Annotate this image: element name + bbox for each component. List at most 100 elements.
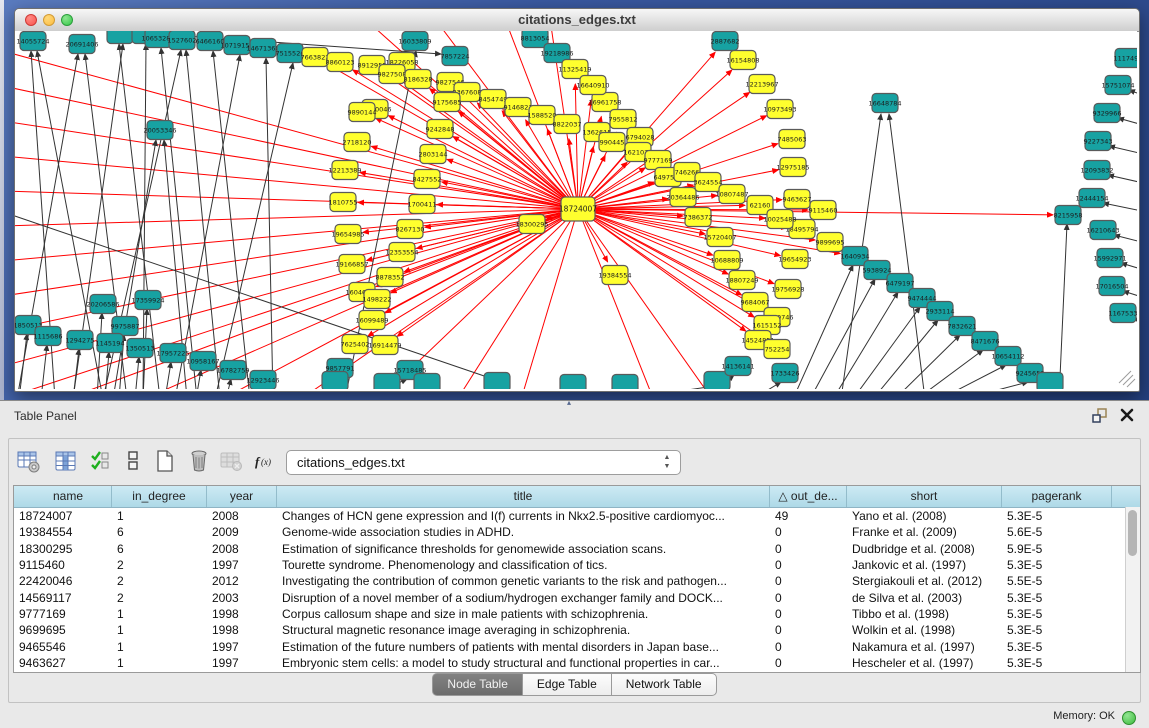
table-cell[interactable]: 0	[770, 591, 847, 605]
graph-node[interactable]: 8471676	[971, 332, 1000, 351]
splitter-handle-icon[interactable]: ▴	[567, 398, 571, 407]
table-cell[interactable]: 5.3E-5	[1002, 591, 1112, 605]
table-cell[interactable]: Stergiakouli et al. (2012)	[847, 574, 1002, 588]
graph-node[interactable]: 15751074	[1101, 76, 1134, 95]
graph-node[interactable]: 16782759	[216, 361, 249, 380]
graph-node[interactable]: 7832621	[948, 317, 977, 336]
graph-node[interactable]: 12213967	[745, 75, 778, 94]
table-cell[interactable]: 22420046	[14, 574, 112, 588]
graph-node[interactable]: 16033809	[398, 32, 431, 51]
graph-node[interactable]: 10688809	[710, 251, 743, 270]
graph-node[interactable]: 20206586	[86, 295, 119, 314]
graph-node[interactable]	[612, 375, 638, 390]
graph-node[interactable]: 8822037	[553, 115, 582, 134]
graph-node[interactable]: 18724007	[559, 197, 597, 221]
graph-node[interactable]: 16210643	[1086, 221, 1119, 240]
table-cell[interactable]: Estimation of significance thresholds fo…	[277, 542, 770, 556]
table-cell[interactable]: 1	[112, 656, 207, 670]
graph-node[interactable]	[374, 374, 400, 390]
column-header-in-degree[interactable]: in_degree	[112, 486, 207, 507]
column-header-pagerank[interactable]: pagerank	[1002, 486, 1112, 507]
graph-node[interactable]: 9227343	[1084, 132, 1113, 151]
graph-node[interactable]: 20053346	[143, 121, 176, 140]
graph-node[interactable]: 12353554	[385, 243, 418, 262]
table-cell[interactable]: 18300295	[14, 542, 112, 556]
table-row[interactable]: 1872400712008Changes of HCN gene express…	[14, 508, 1140, 524]
graph-node[interactable]: 8860123	[326, 53, 355, 72]
graph-node[interactable]: 20691406	[65, 35, 98, 54]
table-cell[interactable]: 1	[112, 623, 207, 637]
table-cell[interactable]: 5.3E-5	[1002, 509, 1112, 523]
column-header-short[interactable]: short	[847, 486, 1002, 507]
table-cell[interactable]: Hescheler et al. (1997)	[847, 656, 1002, 670]
table-cell[interactable]: Franke et al. (2009)	[847, 525, 1002, 539]
column-select-icon[interactable]	[89, 449, 116, 476]
graph-node[interactable]: 10973493	[763, 100, 796, 119]
table-cell[interactable]: 0	[770, 574, 847, 588]
graph-node[interactable]	[560, 375, 586, 390]
graph-node[interactable]: 16099489	[355, 311, 388, 330]
graph-node[interactable]: 1733426	[771, 364, 800, 383]
table-cell[interactable]: Structural magnetic resonance image aver…	[277, 623, 770, 637]
graph-node[interactable]: 12975185	[776, 158, 809, 177]
graph-node[interactable]: 18300295	[515, 215, 548, 234]
graph-node[interactable]: 10958167	[186, 352, 219, 371]
graph-node[interactable]: 7625402	[341, 335, 370, 354]
table-cell[interactable]: 0	[770, 656, 847, 670]
table-cell[interactable]: 9115460	[14, 558, 112, 572]
tab-network-table[interactable]: Network Table	[612, 673, 717, 696]
graph-node[interactable]: 9827508	[378, 65, 407, 84]
graph-node[interactable]: 1115686	[34, 327, 63, 346]
table-cell[interactable]: Yano et al. (2008)	[847, 509, 1002, 523]
graph-node[interactable]: 8186328	[404, 70, 433, 89]
table-cell[interactable]: 5.9E-5	[1002, 542, 1112, 556]
table-row[interactable]: 1456911722003Disruption of a novel membe…	[14, 589, 1140, 605]
table-cell[interactable]: 1997	[207, 640, 277, 654]
table-cell[interactable]: 2008	[207, 509, 277, 523]
graph-node[interactable]: 19384554	[598, 266, 631, 285]
table-cell[interactable]: 18724007	[14, 509, 112, 523]
graph-node[interactable]: 9175685	[433, 93, 462, 112]
table-cell[interactable]: Genome-wide association studies in ADHD.	[277, 525, 770, 539]
table-cell[interactable]: 1997	[207, 656, 277, 670]
table-cell[interactable]: 1997	[207, 558, 277, 572]
table-cell[interactable]: 14569117	[14, 591, 112, 605]
table-cell[interactable]: Jankovic et al. (1997)	[847, 558, 1002, 572]
column-header-title[interactable]: title	[277, 486, 770, 507]
graph-node[interactable]	[1037, 373, 1063, 390]
table-cell[interactable]: 5.3E-5	[1002, 558, 1112, 572]
table-cell[interactable]: de Silva et al. (2003)	[847, 591, 1002, 605]
close-panel-icon[interactable]	[1119, 407, 1135, 423]
graph-node[interactable]: 2718120	[343, 133, 372, 152]
tab-node-table[interactable]: Node Table	[432, 673, 523, 696]
memory-status-icon[interactable]	[1122, 711, 1136, 725]
column-header-name[interactable]: name	[14, 486, 112, 507]
table-cell[interactable]: 1	[112, 640, 207, 654]
graph-node[interactable]	[322, 372, 348, 390]
graph-node[interactable]: 8267130	[396, 220, 425, 239]
table-cell[interactable]: 0	[770, 525, 847, 539]
column-view-icon[interactable]	[53, 449, 80, 476]
table-cell[interactable]: 5.3E-5	[1002, 623, 1112, 637]
graph-node[interactable]: 9899695	[816, 233, 845, 252]
graph-node[interactable]: 16648784	[868, 94, 901, 113]
graph-node[interactable]: 14136141	[721, 357, 754, 376]
graph-node[interactable]: 16640910	[576, 76, 609, 95]
function-builder-icon[interactable]: f(x)	[253, 449, 280, 476]
graph-node[interactable]: 12213389	[328, 161, 361, 180]
table-cell[interactable]: 2	[112, 574, 207, 588]
graph-node[interactable]: 9115460	[809, 201, 838, 220]
table-cell[interactable]: Wolkin et al. (1998)	[847, 623, 1002, 637]
table-cell[interactable]: 9465546	[14, 640, 112, 654]
table-cell[interactable]: Corpus callosum shape and size in male p…	[277, 607, 770, 621]
new-file-icon[interactable]	[153, 449, 180, 476]
table-cell[interactable]: 5.3E-5	[1002, 656, 1112, 670]
graph-node[interactable]: 7386372	[684, 208, 713, 227]
graph-node[interactable]: 1527602	[168, 31, 197, 50]
table-cell[interactable]: Disruption of a novel member of a sodium…	[277, 591, 770, 605]
graph-node[interactable]: 10654112	[991, 347, 1024, 366]
table-row[interactable]: 946362711997Embryonic stem cells: a mode…	[14, 655, 1140, 671]
table-cell[interactable]: 2012	[207, 574, 277, 588]
graph-node[interactable]: 14055724	[16, 32, 49, 51]
table-cell[interactable]: 1998	[207, 607, 277, 621]
